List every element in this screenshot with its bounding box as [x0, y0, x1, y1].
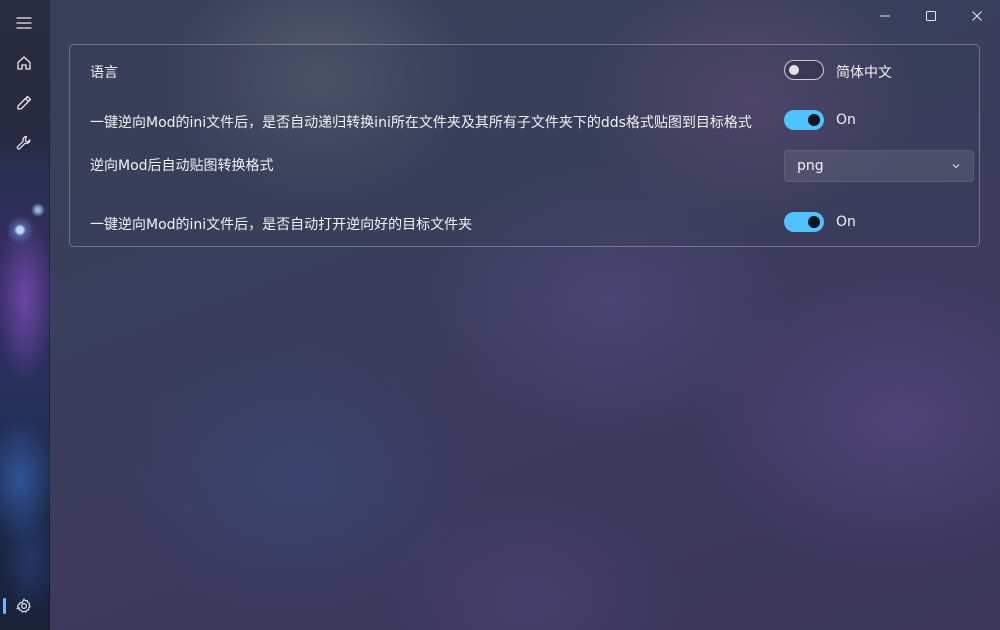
- toggle-knob: [808, 216, 820, 228]
- auto-convert-dds-state: On: [836, 112, 856, 128]
- minimize-button[interactable]: [862, 4, 908, 28]
- language-toggle[interactable]: [784, 60, 824, 80]
- auto-convert-dds-toggle[interactable]: [784, 110, 824, 130]
- texture-format-value: png: [797, 158, 824, 174]
- texture-format-label: 逆向Mod后自动贴图转换格式: [90, 158, 274, 174]
- hamburger-menu-icon: [16, 17, 32, 29]
- nav-item-tools[interactable]: [8, 127, 40, 159]
- close-button[interactable]: [954, 4, 1000, 28]
- auto-open-folder-toggle[interactable]: [784, 212, 824, 232]
- toggle-knob: [789, 65, 799, 75]
- nav-item-edit[interactable]: [8, 87, 40, 119]
- toggle-knob: [808, 114, 820, 126]
- close-icon: [972, 11, 982, 21]
- nav-item-home[interactable]: [8, 47, 40, 79]
- settings-card: 语言 简体中文 一键逆向Mod的ini文件后，是否自动递归转换ini所在文件夹及…: [69, 44, 980, 247]
- maximize-icon: [926, 11, 936, 21]
- auto-convert-dds-label: 一键逆向Mod的ini文件后，是否自动递归转换ini所在文件夹及其所有子文件夹下…: [90, 115, 752, 131]
- maximize-button[interactable]: [908, 4, 954, 28]
- chevron-down-icon: [952, 164, 960, 169]
- pencil-icon: [17, 95, 32, 110]
- nav-rail: [0, 0, 50, 630]
- nav-item-settings[interactable]: [8, 590, 40, 622]
- language-label: 语言: [90, 65, 118, 81]
- language-value: 简体中文: [836, 65, 892, 81]
- home-icon: [17, 56, 31, 70]
- texture-format-dropdown[interactable]: png: [784, 150, 974, 182]
- gear-icon: [16, 598, 31, 613]
- auto-open-folder-state: On: [836, 214, 856, 230]
- nav-selection-indicator: [3, 598, 6, 614]
- hamburger-menu-button[interactable]: [8, 7, 40, 39]
- minimize-icon: [880, 15, 890, 17]
- auto-open-folder-label: 一键逆向Mod的ini文件后，是否自动打开逆向好的目标文件夹: [90, 217, 473, 233]
- wrench-icon: [16, 135, 31, 150]
